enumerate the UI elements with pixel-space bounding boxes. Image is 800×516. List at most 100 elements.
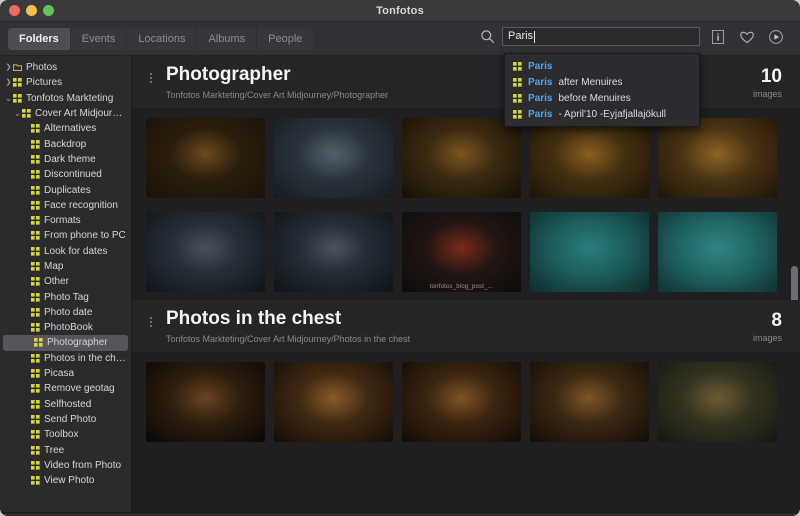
photo-thumbnail[interactable] [658,361,777,442]
suggestion-rest: - April'10 -Eyjafjallajökull [558,108,666,120]
sidebar-item-label: Map [44,261,64,272]
sidebar-item-label: Remove geotag [44,383,115,395]
chevron-down-icon[interactable]: ⌄ [13,109,22,118]
tab-folders[interactable]: Folders [8,27,71,50]
tab-people[interactable]: People [257,27,314,50]
info-icon[interactable] [710,29,726,45]
thumbnail-row [132,352,800,450]
photo-thumbnail[interactable] [530,361,649,442]
photo-thumbnail[interactable] [146,211,265,292]
suggestion-item[interactable]: Paris - April'10 -Eyjafjallajökull [505,106,699,122]
photo-thumbnail[interactable] [402,117,521,198]
sidebar-item-label: Pictures [26,77,63,89]
sidebar-item-photographer[interactable]: Photographer [3,335,128,351]
sidebar-item-view-photo[interactable]: View Photo [0,473,131,488]
sidebar-item-face-recognition[interactable]: Face recognition [0,198,131,213]
sidebar-item-discontinued[interactable]: Discontinued [0,167,131,182]
sidebar-item-dark-theme[interactable]: Dark theme [0,152,131,167]
grid-icon [31,262,40,271]
sidebar-folder-tree[interactable]: ❯ Photos ❯ Pictures ⌄ Tonfotos Markteting ⌄… [0,56,132,512]
sidebar-item-toolbox[interactable]: Toolbox [0,427,131,442]
photo-thumbnail[interactable] [658,211,777,292]
sidebar-item-label: Duplicates [44,184,91,196]
sidebar-item-cover-art-midjourney[interactable]: ⌄ Cover Art Midjourney [0,106,131,121]
sidebar-item-photos[interactable]: ❯ Photos [0,60,131,75]
photo-thumbnail[interactable] [274,211,393,292]
sidebar-item-photo-tag[interactable]: Photo Tag [0,289,131,304]
photo-thumbnail[interactable] [402,361,521,442]
chevron-down-icon[interactable]: ⌄ [4,93,13,103]
sidebar-item-label: Picasa [44,368,75,380]
grid-icon [34,338,43,348]
photo-thumbnail[interactable] [274,361,393,442]
grid-icon [31,384,40,394]
sidebar-item-tree[interactable]: Tree [0,442,131,457]
sidebar-item-formats[interactable]: Formats [0,213,131,228]
sidebar-item-label: Send Photo [44,413,97,425]
sidebar-item-label: Photo date [44,306,93,318]
grid-icon [31,185,40,195]
grid-icon [31,154,40,164]
sidebar-item-video-from-photo[interactable]: Video from Photo [0,458,131,473]
grid-icon [31,231,40,241]
sidebar-item-label: Tonfotos Markteting [26,92,114,104]
search-input[interactable]: Paris [502,27,700,46]
breadcrumb-path: Tonfotos Markteting/Cover Art Midjourney… [166,333,411,344]
sidebar-item-label: Other [44,276,70,288]
sidebar-item-remove-geotag[interactable]: Remove geotag [0,381,131,396]
image-count: 10 images [753,65,786,99]
photo-thumbnail[interactable] [146,361,265,442]
photo-thumbnail[interactable] [274,117,393,198]
sidebar-item-label: From phone to PC [44,230,126,242]
sidebar-item-label: Photos [26,62,58,74]
sidebar-item-duplicates[interactable]: Duplicates [0,182,131,197]
suggestion-item[interactable]: Paris before Menuires [505,90,699,106]
photo-thumbnail[interactable] [530,211,649,292]
sidebar-item-label: Photographer [47,337,108,349]
photo-thumbnail[interactable]: tonfotos_blog_post_... [402,211,521,292]
sidebar-item-tonfotos-markteting[interactable]: ⌄ Tonfotos Markteting [0,91,131,106]
tab-bar: Folders Events Locations Albums People [8,27,314,50]
suggestion-item[interactable]: Paris after Menuires [505,74,699,90]
sidebar-item-label: Dark theme [44,153,96,165]
heart-icon[interactable] [739,29,755,45]
sidebar-item-label: Face recognition [44,199,118,211]
section-menu-icon[interactable] [146,65,156,83]
photo-thumbnail[interactable] [658,117,777,198]
sidebar-item-label: Backdrop [44,138,87,150]
sidebar-item-label: Formats [44,215,81,227]
suggestion-item[interactable]: Paris [505,58,699,74]
thumbnail-caption: tonfotos_blog_post_... [429,283,494,290]
sidebar-item-selfhosted[interactable]: Selfhosted [0,397,131,412]
chevron-right-icon[interactable]: ❯ [4,64,13,71]
sidebar-item-other[interactable]: Other [0,274,131,289]
sidebar-item-map[interactable]: Map [0,259,131,274]
section-title: Photos in the chest [166,307,342,329]
section-menu-icon[interactable] [146,309,156,327]
search-icon[interactable] [480,29,495,44]
sidebar-item-send-photo[interactable]: Send Photo [0,412,131,427]
play-circle-icon[interactable] [768,29,784,45]
sidebar-item-look-for-dates[interactable]: Look for dates [0,244,131,259]
search-suggestions-dropdown[interactable]: Paris Paris after Menuires Paris before … [504,53,700,127]
sidebar-item-pictures[interactable]: ❯ Pictures [0,75,131,90]
tab-albums[interactable]: Albums [197,27,258,50]
sidebar-item-photo-date[interactable]: Photo date [0,305,131,320]
sidebar-item-from-phone-to-pc[interactable]: From phone to PC [0,228,131,243]
photo-thumbnail[interactable] [530,117,649,198]
sidebar-item-photos-in-the-chest[interactable]: Photos in the chest [0,351,131,366]
grid-icon [513,93,522,103]
tab-label: Folders [19,32,59,45]
tab-events[interactable]: Events [70,27,128,50]
tab-locations[interactable]: Locations [127,27,198,50]
photo-thumbnail[interactable] [146,117,265,198]
grid-icon [31,139,40,149]
sidebar-item-picasa[interactable]: Picasa [0,366,131,381]
chevron-right-icon[interactable]: ❯ [4,79,13,86]
sidebar-item-alternatives[interactable]: Alternatives [0,121,131,136]
grid-icon [31,246,40,256]
sidebar-item-backdrop[interactable]: Backdrop [0,136,131,151]
grid-icon [31,445,40,455]
image-count-label: images [752,332,782,343]
sidebar-item-photobook[interactable]: PhotoBook [0,320,131,335]
